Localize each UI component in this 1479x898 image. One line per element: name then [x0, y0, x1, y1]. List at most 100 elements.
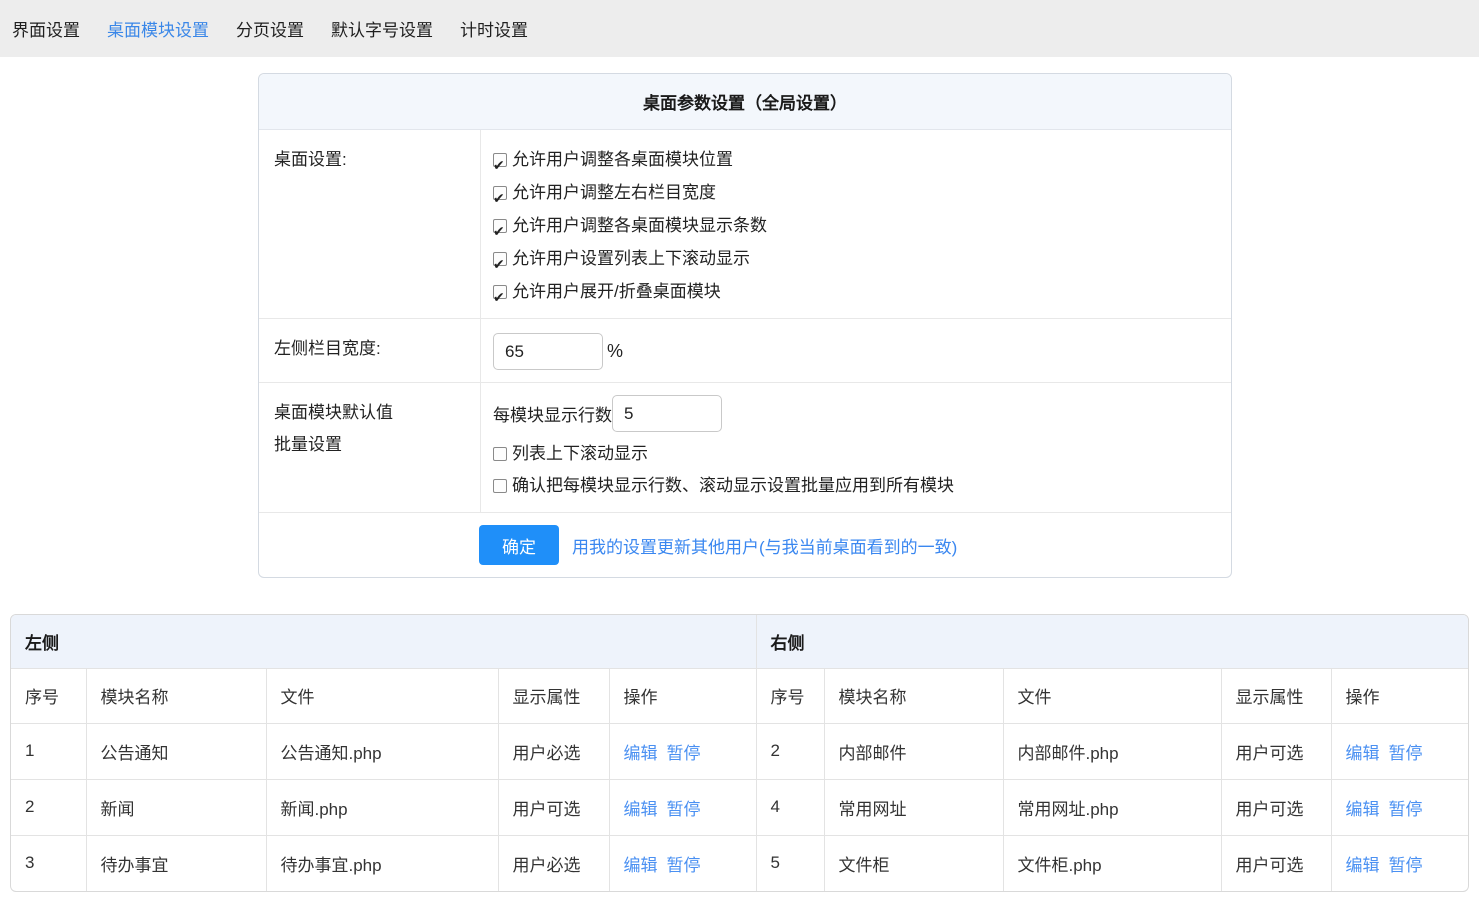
- pause-link[interactable]: 暂停: [667, 800, 701, 819]
- option-apply-to-all-modules-label: 确认把每模块显示行数、滚动显示设置批量应用到所有模块: [512, 476, 954, 495]
- checkbox-apply-to-all-modules[interactable]: [493, 479, 507, 493]
- pause-link[interactable]: 暂停: [1389, 744, 1423, 763]
- table-row: 3 待办事宜 待办事宜.php 用户必选 编辑暂停 5 文件柜 文件柜.php …: [11, 835, 1468, 891]
- right-row2-index: 4: [756, 779, 824, 835]
- right-group-header: 右侧: [756, 615, 1468, 668]
- right-row3-attr: 用户可选: [1221, 835, 1331, 891]
- col-header-index-right: 序号: [756, 668, 824, 723]
- col-header-file-right: 文件: [1003, 668, 1221, 723]
- tab-pagination-settings[interactable]: 分页设置: [236, 16, 304, 41]
- right-row2-attr: 用户可选: [1221, 779, 1331, 835]
- left-row2-ops: 编辑暂停: [609, 779, 756, 835]
- right-row1-ops: 编辑暂停: [1331, 723, 1468, 779]
- option-collapse-modules-label: 允许用户展开/折叠桌面模块: [512, 282, 721, 301]
- option-move-modules-label: 允许用户调整各桌面模块位置: [512, 150, 733, 169]
- checkbox-adjust-column-width[interactable]: [493, 186, 507, 200]
- checkbox-default-list-scroll[interactable]: [493, 447, 507, 461]
- option-list-scroll-label: 允许用户设置列表上下滚动显示: [512, 249, 750, 268]
- edit-link[interactable]: 编辑: [1346, 800, 1380, 819]
- col-header-attr-left: 显示属性: [498, 668, 609, 723]
- right-row3-index: 5: [756, 835, 824, 891]
- edit-link[interactable]: 编辑: [624, 744, 658, 763]
- option-adjust-row-count-label: 允许用户调整各桌面模块显示条数: [512, 216, 767, 235]
- col-header-index-left: 序号: [11, 668, 86, 723]
- right-row1-attr: 用户可选: [1221, 723, 1331, 779]
- edit-link[interactable]: 编辑: [624, 856, 658, 875]
- left-row2-index: 2: [11, 779, 86, 835]
- pause-link[interactable]: 暂停: [1389, 856, 1423, 875]
- option-adjust-column-width: 允许用户调整左右栏目宽度: [493, 176, 1221, 209]
- edit-link[interactable]: 编辑: [1346, 856, 1380, 875]
- group-header-row: 左侧 右侧: [11, 615, 1468, 668]
- right-row2-name: 常用网址: [824, 779, 1003, 835]
- rows-per-module-input[interactable]: [612, 395, 722, 432]
- tab-timer-settings[interactable]: 计时设置: [460, 16, 528, 41]
- right-row3-file: 文件柜.php: [1003, 835, 1221, 891]
- pause-link[interactable]: 暂停: [667, 744, 701, 763]
- left-row3-name: 待办事宜: [86, 835, 266, 891]
- left-row1-index: 1: [11, 723, 86, 779]
- col-header-name-left: 模块名称: [86, 668, 266, 723]
- right-row1-index: 2: [756, 723, 824, 779]
- option-collapse-modules: 允许用户展开/折叠桌面模块: [493, 275, 1221, 308]
- module-defaults-label-line1: 桌面模块默认值: [274, 397, 470, 429]
- col-header-attr-right: 显示属性: [1221, 668, 1331, 723]
- rows-per-module-label: 每模块显示行数: [493, 401, 612, 426]
- checkbox-collapse-modules[interactable]: [493, 285, 507, 299]
- pause-link[interactable]: 暂停: [1389, 800, 1423, 819]
- panel-title: 桌面参数设置（全局设置）: [259, 74, 1231, 130]
- tab-desktop-module-settings[interactable]: 桌面模块设置: [107, 16, 209, 41]
- edit-link[interactable]: 编辑: [624, 800, 658, 819]
- row-actions: 确定 用我的设置更新其他用户(与我当前桌面看到的一致): [259, 513, 1231, 577]
- tab-default-font-settings[interactable]: 默认字号设置: [331, 16, 433, 41]
- confirm-button[interactable]: 确定: [479, 525, 559, 565]
- percent-unit-label: %: [607, 341, 623, 362]
- left-row1-ops: 编辑暂停: [609, 723, 756, 779]
- left-group-header: 左侧: [11, 615, 756, 668]
- module-defaults-label-line2: 批量设置: [274, 429, 470, 461]
- option-apply-to-all-modules: 确认把每模块显示行数、滚动显示设置批量应用到所有模块: [493, 470, 1221, 502]
- right-row2-ops: 编辑暂停: [1331, 779, 1468, 835]
- option-adjust-row-count: 允许用户调整各桌面模块显示条数: [493, 209, 1221, 242]
- option-list-scroll: 允许用户设置列表上下滚动显示: [493, 242, 1221, 275]
- update-other-users-link[interactable]: 用我的设置更新其他用户(与我当前桌面看到的一致): [572, 533, 957, 558]
- row-left-column-width: 左侧栏目宽度: %: [259, 319, 1231, 383]
- left-row2-file: 新闻.php: [266, 779, 498, 835]
- edit-link[interactable]: 编辑: [1346, 744, 1380, 763]
- row-module-defaults: 桌面模块默认值 批量设置 每模块显示行数 列表上下滚动显示 确认把每模块显示行数…: [259, 383, 1231, 513]
- left-row1-file: 公告通知.php: [266, 723, 498, 779]
- settings-tab-bar: 界面设置 桌面模块设置 分页设置 默认字号设置 计时设置: [0, 0, 1479, 57]
- option-adjust-column-width-label: 允许用户调整左右栏目宽度: [512, 183, 716, 202]
- right-row2-file: 常用网址.php: [1003, 779, 1221, 835]
- col-header-name-right: 模块名称: [824, 668, 1003, 723]
- right-row3-ops: 编辑暂停: [1331, 835, 1468, 891]
- row-desktop-options: 桌面设置: 允许用户调整各桌面模块位置 允许用户调整左右栏目宽度 允许用户调整各…: [259, 130, 1231, 319]
- table-row: 2 新闻 新闻.php 用户可选 编辑暂停 4 常用网址 常用网址.php 用户…: [11, 779, 1468, 835]
- checkbox-move-modules[interactable]: [493, 153, 507, 167]
- checkbox-adjust-row-count[interactable]: [493, 219, 507, 233]
- left-row3-ops: 编辑暂停: [609, 835, 756, 891]
- left-row2-name: 新闻: [86, 779, 266, 835]
- col-header-ops-right: 操作: [1331, 668, 1468, 723]
- option-default-list-scroll: 列表上下滚动显示: [493, 438, 1221, 470]
- left-column-width-input[interactable]: [493, 333, 603, 370]
- col-header-ops-left: 操作: [609, 668, 756, 723]
- desktop-settings-panel: 桌面参数设置（全局设置） 桌面设置: 允许用户调整各桌面模块位置 允许用户调整左…: [258, 73, 1232, 578]
- modules-table: 左侧 右侧 序号 模块名称 文件 显示属性 操作 序号 模块名称 文件 显示属性…: [10, 614, 1469, 892]
- left-row1-name: 公告通知: [86, 723, 266, 779]
- column-header-row: 序号 模块名称 文件 显示属性 操作 序号 模块名称 文件 显示属性 操作: [11, 668, 1468, 723]
- left-row3-file: 待办事宜.php: [266, 835, 498, 891]
- right-row1-file: 内部邮件.php: [1003, 723, 1221, 779]
- pause-link[interactable]: 暂停: [667, 856, 701, 875]
- left-row3-index: 3: [11, 835, 86, 891]
- module-defaults-label: 桌面模块默认值 批量设置: [259, 383, 481, 512]
- checkbox-list-scroll[interactable]: [493, 252, 507, 266]
- left-column-width-label: 左侧栏目宽度:: [259, 319, 481, 382]
- desktop-options-label: 桌面设置:: [259, 130, 481, 318]
- option-default-list-scroll-label: 列表上下滚动显示: [512, 444, 648, 463]
- tab-interface-settings[interactable]: 界面设置: [12, 16, 80, 41]
- left-row3-attr: 用户必选: [498, 835, 609, 891]
- table-row: 1 公告通知 公告通知.php 用户必选 编辑暂停 2 内部邮件 内部邮件.ph…: [11, 723, 1468, 779]
- right-row1-name: 内部邮件: [824, 723, 1003, 779]
- option-move-modules: 允许用户调整各桌面模块位置: [493, 143, 1221, 176]
